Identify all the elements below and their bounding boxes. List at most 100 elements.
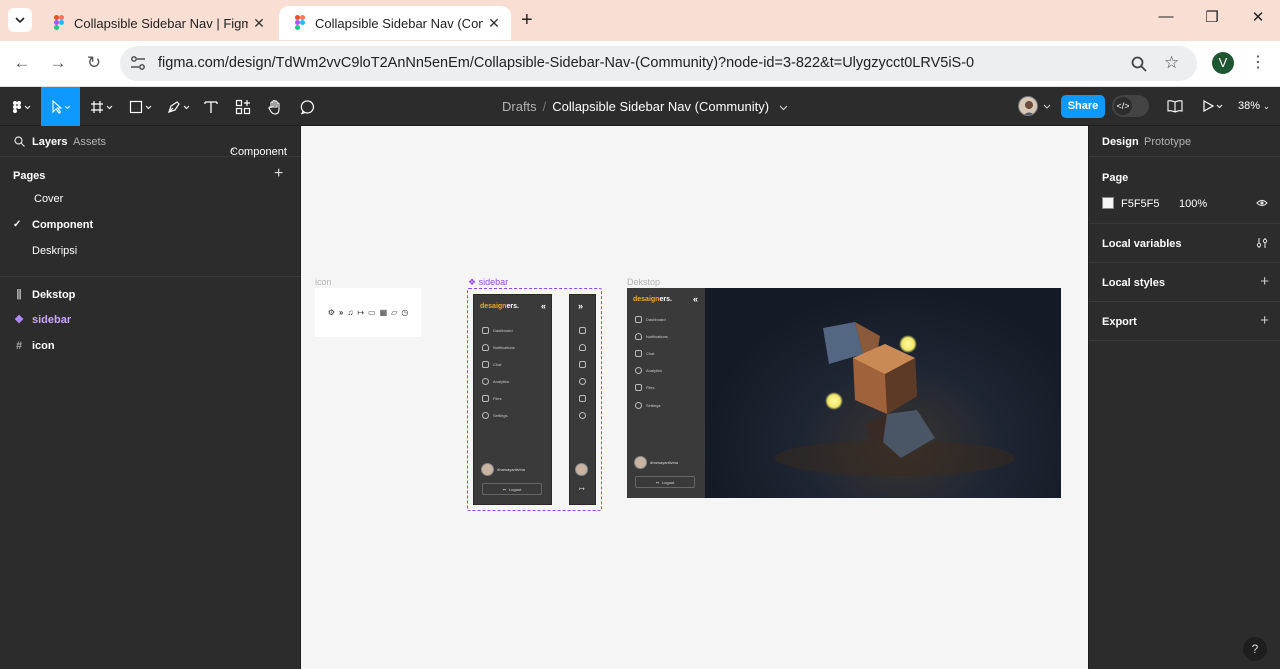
forward-icon[interactable]: → (47, 53, 69, 73)
logout-icon: ↦ (357, 308, 365, 317)
logo-rest: ers. (659, 296, 672, 303)
search-icon[interactable] (14, 136, 25, 147)
logo-rest: ers. (506, 303, 519, 310)
frame-label-sidebar[interactable]: ❖ sidebar (468, 277, 508, 288)
text-tool[interactable] (199, 87, 223, 126)
export-row[interactable]: Export + (1089, 302, 1280, 341)
nav-label: Settings (646, 403, 661, 408)
export-label: Export (1102, 316, 1137, 328)
nav-item-analytics: Analytics (635, 367, 662, 374)
nav-item-files: Files (635, 384, 654, 391)
share-button[interactable]: Share (1061, 95, 1105, 118)
frame-tool[interactable] (86, 87, 118, 126)
grid-icon: ▦ (379, 308, 388, 317)
dashboard-icon (635, 316, 642, 323)
user-photo-icon (1023, 101, 1035, 115)
chevron-down-icon: ⌄ (1263, 102, 1270, 111)
dev-mode-toggle[interactable]: </> (1112, 95, 1149, 117)
comment-tool[interactable] (296, 87, 320, 126)
page-item-cover[interactable]: Cover (0, 188, 300, 212)
minimize-icon[interactable]: — (1151, 8, 1181, 25)
sidebar-collapsed[interactable]: » ↦ (569, 294, 596, 505)
zoom-icon[interactable] (1131, 56, 1147, 72)
user-profile: dhamayantivina (481, 463, 525, 476)
restore-icon[interactable]: ❐ (1197, 8, 1227, 26)
page-opacity[interactable]: 100% (1179, 198, 1207, 210)
nav-item-dashboard: Dashboard (482, 327, 513, 334)
page-item-deskripsi[interactable]: Deskripsi (0, 240, 300, 264)
nav-label: Notifications (493, 345, 515, 350)
add-style-icon[interactable]: + (1260, 273, 1269, 290)
local-styles-row[interactable]: Local styles + (1089, 263, 1280, 302)
chevron-down-icon[interactable] (779, 105, 788, 111)
browser-menu-icon[interactable]: ⋮ (1250, 52, 1266, 72)
sidebar-expanded[interactable]: desaigners. « Dashboard Notifications Ch… (473, 294, 552, 505)
tab-assets[interactable]: Assets (73, 136, 106, 148)
chevron-down-icon[interactable] (1043, 104, 1051, 109)
bell-icon (635, 333, 642, 340)
nav-item-settings: Settings (635, 402, 660, 409)
frame-icon (91, 100, 113, 113)
hand-tool[interactable] (263, 87, 287, 126)
browser-tab-2[interactable]: Collapsible Sidebar Nav (Comm ✕ (279, 6, 511, 40)
move-tool[interactable] (41, 87, 80, 126)
breadcrumb-drafts[interactable]: Drafts (502, 99, 537, 114)
site-info-icon[interactable] (130, 56, 146, 70)
library-book-icon[interactable] (1167, 99, 1183, 113)
figma-logo-icon (54, 15, 64, 31)
tab-prototype[interactable]: Prototype (1144, 136, 1191, 148)
add-export-icon[interactable]: + (1260, 312, 1269, 329)
frame-label-icon[interactable]: icon (315, 277, 332, 287)
chevron-up-icon: ˄ (230, 146, 235, 155)
left-panel-tabs: Layers Assets Component ˄ (0, 126, 301, 158)
add-page-icon[interactable]: + (274, 165, 283, 183)
page-label: Deskripsi (32, 245, 78, 257)
omnibox[interactable]: figma.com/design/TdWm2vvC9loT2AnNn5enEm/… (120, 46, 1197, 81)
tab-design[interactable]: Design (1102, 136, 1139, 148)
checkmark-icon: ✓ (13, 219, 22, 230)
zoom-level[interactable]: 38% ⌄ (1238, 100, 1270, 112)
gear-icon: ⚙ (327, 308, 335, 317)
collaborator-avatar[interactable] (1018, 96, 1038, 116)
window-close-icon[interactable]: ✕ (1243, 8, 1273, 26)
nav-label: Chat (493, 362, 502, 367)
design-canvas[interactable]: icon ⚙ » ♫ ↦ ▭ ▦ ▱ ◷ ❖ sidebar desaigner… (302, 126, 1088, 669)
local-variables-label: Local variables (1102, 238, 1182, 250)
reload-icon[interactable]: ↻ (83, 53, 105, 73)
layer-dekstop[interactable]: ⫼ Dekstop (0, 283, 300, 307)
variables-settings-icon[interactable] (1256, 237, 1268, 249)
tab-search-button[interactable] (8, 8, 32, 32)
layer-icon[interactable]: # icon (0, 334, 300, 358)
page-color-swatch[interactable] (1102, 197, 1114, 209)
layer-sidebar[interactable]: ❖ sidebar (0, 308, 300, 332)
new-tab-button[interactable]: + (521, 9, 533, 32)
back-icon[interactable]: ← (11, 53, 33, 73)
page-color-hex[interactable]: F5F5F5 (1121, 198, 1160, 210)
icon-frame[interactable]: ⚙ » ♫ ↦ ▭ ▦ ▱ ◷ (315, 288, 421, 337)
bookmark-star-icon[interactable]: ☆ (1164, 53, 1179, 73)
browser-tab-1[interactable]: Collapsible Sidebar Nav | Figma ✕ (38, 6, 276, 40)
address-bar-row: ← → ↻ figma.com/design/TdWm2vvC9loT2AnNn… (0, 41, 1280, 87)
eye-icon[interactable] (1256, 199, 1268, 207)
frame-label-desktop[interactable]: Dekstop (627, 277, 660, 287)
page-item-component[interactable]: ✓ Component (0, 214, 300, 238)
main-menu-button[interactable] (6, 87, 38, 126)
local-variables-row[interactable]: Local variables (1089, 224, 1280, 263)
nav-label: Dashboard (493, 328, 513, 333)
desktop-frame[interactable]: desaigners. « Dashboard Notifications Ch… (627, 288, 1061, 498)
nav-item-notifications: Notifications (635, 333, 668, 340)
resources-tool[interactable] (231, 87, 255, 126)
file-name[interactable]: Collapsible Sidebar Nav (Community) (552, 99, 769, 114)
sidebar-component-set[interactable]: desaigners. « Dashboard Notifications Ch… (467, 288, 602, 511)
layer-label: Dekstop (32, 289, 76, 301)
logout-icon: ↦ (655, 479, 660, 485)
tab-title: Collapsible Sidebar Nav | Figma (74, 15, 248, 31)
help-button[interactable]: ? (1243, 637, 1267, 661)
pen-tool[interactable] (163, 87, 195, 126)
close-icon[interactable]: ✕ (483, 15, 505, 32)
present-play-icon[interactable] (1201, 99, 1225, 113)
shape-tool[interactable] (125, 87, 157, 126)
close-icon[interactable]: ✕ (248, 15, 270, 32)
tab-layers[interactable]: Layers (32, 136, 67, 148)
profile-avatar[interactable]: V (1212, 52, 1234, 74)
